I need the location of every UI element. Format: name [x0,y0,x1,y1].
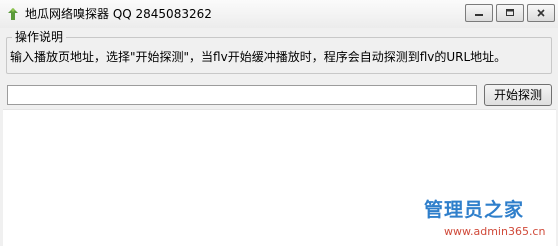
caption-buttons [462,4,555,22]
maximize-icon [506,9,514,16]
app-icon [8,8,18,20]
minimize-button[interactable] [465,4,493,22]
watermark-url: www.admin365.cn [444,225,546,238]
watermark-logo: 管理员之家 www.admin365.cn [424,198,556,244]
url-input[interactable] [7,85,477,105]
window-title: 地瓜网络嗅探器 QQ 2845083262 [25,7,212,21]
watermark-title: 管理员之家 [424,199,525,221]
instructions-text: 输入播放页地址，选择"开始探测"，当flv开始缓冲播放时，程序会自动探测到flv… [10,50,507,64]
title-bar[interactable]: 地瓜网络嗅探器 QQ 2845083262 [0,0,558,28]
close-icon [537,9,545,17]
close-button[interactable] [527,4,555,22]
main-window: 地瓜网络嗅探器 QQ 2845083262 操作说明 输入播放页地址，选择"开始… [0,0,558,246]
start-detect-button[interactable]: 开始探测 [484,84,552,106]
minimize-icon [475,14,483,16]
maximize-button[interactable] [496,4,524,22]
instructions-legend: 操作说明 [12,30,67,44]
